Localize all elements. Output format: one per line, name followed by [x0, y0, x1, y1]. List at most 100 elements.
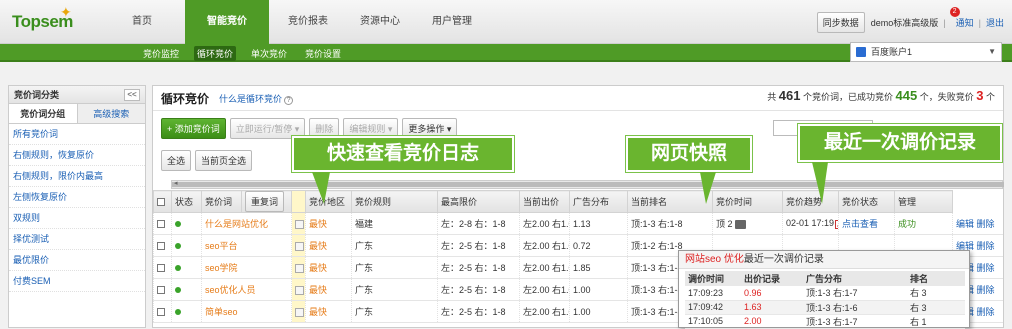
bid-cell: 1.00	[569, 300, 628, 323]
subnav-bid-monitor[interactable]: 竞价监控	[140, 46, 182, 61]
log-cell[interactable]	[291, 278, 306, 301]
scrollbar-thumb[interactable]	[172, 182, 1004, 187]
log-cell[interactable]	[291, 234, 306, 257]
tab-advanced-search[interactable]: 高级搜索	[77, 104, 145, 123]
checkbox[interactable]	[157, 286, 165, 295]
limit-cell: 左2.00 右1.00	[519, 234, 570, 257]
header-bid-status[interactable]: 竞价状态	[838, 190, 895, 213]
delete-link[interactable]: 删除	[977, 241, 995, 251]
subnav-bid-settings[interactable]: 竞价设置	[302, 46, 344, 61]
keyword-cell[interactable]: 简单seo	[201, 300, 292, 323]
log-cell[interactable]	[291, 256, 306, 279]
sidebar-item[interactable]: 左侧恢复原价	[9, 187, 145, 208]
status-cell	[171, 256, 202, 279]
log-cell[interactable]	[291, 300, 306, 323]
log-icon[interactable]	[295, 307, 304, 317]
edit-link[interactable]: 编辑	[956, 219, 974, 229]
delete-link[interactable]: 删除	[977, 285, 995, 295]
subnav-single-bid[interactable]: 单次竞价	[248, 46, 290, 61]
header-bid[interactable]: 当前出价	[519, 190, 570, 213]
stats-total: 461	[778, 88, 801, 103]
header-distribution[interactable]: 广告分布	[569, 190, 628, 213]
adjust-record-icon[interactable]	[835, 219, 839, 229]
select-all-button[interactable]: 全选	[161, 150, 192, 171]
callout-bid-log: 快速查看竞价日志	[292, 136, 514, 172]
collapse-button[interactable]: <<	[124, 89, 140, 101]
logout-link[interactable]: 退出	[986, 16, 1004, 29]
header-rule[interactable]: 竞价规则	[351, 190, 438, 213]
stats-mid1: 个竞价词，已成功竞价	[802, 92, 893, 102]
bid-status-cell: 成功	[894, 212, 953, 235]
stats-fail: 3	[976, 88, 984, 103]
select-page-button[interactable]: 当前页全选	[195, 150, 253, 171]
nav-bid-report[interactable]: 竞价报表	[279, 0, 337, 44]
checkbox[interactable]	[157, 220, 165, 229]
account-select[interactable]: 百度账户1 ▼	[850, 42, 1002, 62]
sidebar-item[interactable]: 付费SEM	[9, 271, 145, 292]
header-log	[291, 190, 306, 213]
sidebar-tabs: 竞价词分组 高级搜索	[9, 104, 145, 124]
checkbox[interactable]	[157, 308, 165, 317]
log-icon[interactable]	[295, 263, 304, 273]
help-link[interactable]: 什么是循环竞价?	[219, 92, 294, 105]
nav-user-management[interactable]: 用户管理	[423, 0, 481, 44]
bid-cell: 1.85	[569, 256, 628, 279]
subnav-cycle-bid[interactable]: 循环竞价	[194, 45, 237, 61]
log-icon[interactable]	[295, 285, 304, 295]
sync-data-button[interactable]: 同步数据	[816, 12, 865, 33]
delete-link[interactable]: 删除	[977, 263, 995, 273]
topsem-logo[interactable]: Topsem ✦	[12, 4, 73, 32]
row-checkbox[interactable]	[153, 212, 172, 235]
header-trend[interactable]: 竞价趋势	[782, 190, 839, 213]
header-checkbox[interactable]	[153, 190, 172, 213]
nav-home[interactable]: 首页	[113, 0, 171, 44]
tab-keyword-group[interactable]: 竞价词分组	[9, 104, 78, 123]
header-status[interactable]: 状态	[171, 190, 202, 213]
sidebar-item[interactable]: 双规则	[9, 208, 145, 229]
log-icon[interactable]	[295, 241, 304, 251]
duplicate-word-button[interactable]: 重复词	[245, 191, 285, 212]
horizontal-scrollbar[interactable]: ◂	[171, 179, 1004, 189]
popup-table: 调价时间 出价记录 广告分布 排名 17:09:23 0.96 顶:1-3 右:…	[685, 271, 965, 329]
nav-smart-bidding[interactable]: 智能竞价	[185, 0, 269, 44]
adjust-record-popup: 网站seo 优化最近一次调价记录 调价时间 出价记录 广告分布 排名 17:09…	[678, 250, 970, 329]
log-cell[interactable]	[291, 212, 306, 235]
header-duplicate-button[interactable]: 重复词	[241, 190, 292, 213]
row-checkbox[interactable]	[153, 278, 172, 301]
row-checkbox[interactable]	[153, 300, 172, 323]
header-time[interactable]: 竞价时间	[712, 190, 783, 213]
checkbox[interactable]	[157, 198, 165, 207]
nav-resource-center[interactable]: 资源中心	[351, 0, 409, 44]
sidebar-item[interactable]: 择优测试	[9, 229, 145, 250]
sidebar-item[interactable]: 右侧规则，限价内最高	[9, 166, 145, 187]
delete-link[interactable]: 删除	[977, 219, 995, 229]
trend-cell[interactable]: 点击查看	[838, 212, 895, 235]
sidebar-item[interactable]: 最优限价	[9, 250, 145, 271]
keyword-cell[interactable]: seo平台	[201, 234, 292, 257]
notice-label[interactable]: 通知	[956, 18, 974, 28]
row-checkbox[interactable]	[153, 234, 172, 257]
limit-cell: 左2.00 右1.00	[519, 212, 570, 235]
log-icon[interactable]	[295, 219, 304, 229]
help-text[interactable]: 什么是循环竞价	[219, 94, 282, 104]
limit-cell: 左2.00 右1.00	[519, 278, 570, 301]
row-checkbox[interactable]	[153, 256, 172, 279]
delete-link[interactable]: 删除	[977, 307, 995, 317]
keyword-cell[interactable]: seo学院	[201, 256, 292, 279]
checkbox[interactable]	[157, 242, 165, 251]
keyword-cell[interactable]: seo优化人员	[201, 278, 292, 301]
add-keyword-button[interactable]: + 添加竞价词	[161, 118, 226, 139]
checkbox[interactable]	[157, 264, 165, 273]
header-keyword[interactable]: 竞价词	[201, 190, 242, 213]
snapshot-camera-icon[interactable]	[734, 220, 746, 230]
scroll-left-icon[interactable]: ◂	[174, 179, 178, 187]
question-icon[interactable]: ?	[284, 96, 294, 105]
trend-link[interactable]: 点击查看	[842, 219, 878, 229]
sidebar-item[interactable]: 右侧规则，恢复原价	[9, 145, 145, 166]
keyword-cell[interactable]: 什么是网站优化	[201, 212, 292, 235]
sidebar-item[interactable]: 所有竞价词	[9, 124, 145, 145]
bid-cell: 0.72	[569, 234, 628, 257]
notice-link[interactable]: 2 通知	[949, 7, 974, 29]
header-limit[interactable]: 最高限价	[437, 190, 520, 213]
rule-tag: 最快	[309, 285, 328, 295]
